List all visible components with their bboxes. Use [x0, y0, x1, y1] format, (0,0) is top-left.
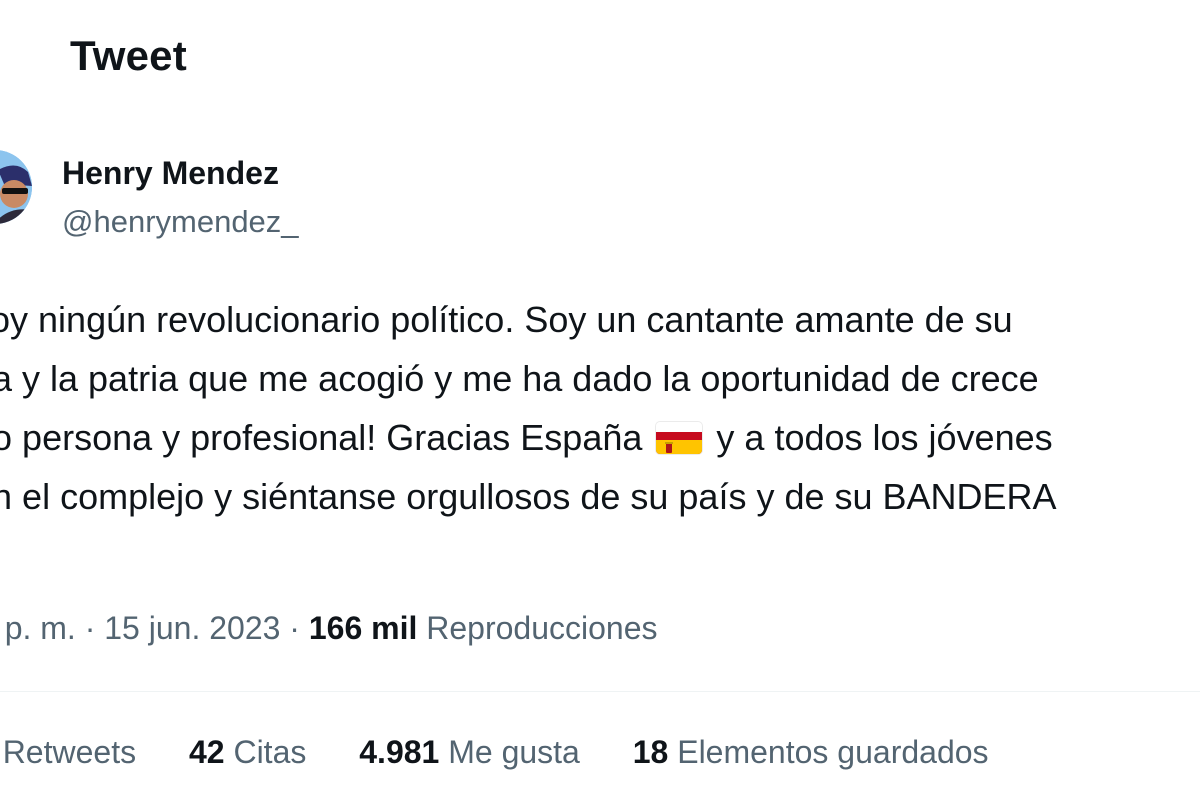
bookmarks-count: 18 [632, 734, 669, 770]
tweet-line: no persona y profesional! Gracias España… [0, 408, 1200, 467]
bookmarks-label: Elementos guardados [677, 734, 989, 770]
tweet-line: ria y la patria que me acogió y me ha da… [0, 358, 1039, 399]
likes-count: 4.981 [359, 734, 440, 770]
bookmarks-stat[interactable]: 18 Elementos guardados [633, 734, 989, 771]
likes-stat[interactable]: 4.981 Me gusta [359, 734, 580, 771]
tweet-meta: 0 p. m. · 15 jun. 2023 · 166 mil Reprodu… [0, 610, 658, 647]
tweet-time[interactable]: 0 p. m. [0, 610, 76, 646]
tweet-stats: 0 Retweets 42 Citas 4.981 Me gusta 18 El… [0, 734, 1033, 771]
divider [0, 691, 1200, 692]
meta-separator: · [84, 610, 96, 646]
tweet-line-part: no persona y profesional! Gracias España [0, 417, 643, 458]
quotes-stat[interactable]: 42 Citas [189, 734, 306, 771]
spain-flag-icon [656, 422, 703, 454]
tweet-line-part: y a todos los jóvenes [716, 417, 1053, 458]
author-handle[interactable]: @henrymendez_ [62, 204, 299, 240]
tweet-line: soy ningún revolucionario político. Soy … [0, 299, 1013, 340]
page-title: Tweet [70, 32, 187, 79]
avatar[interactable] [0, 150, 32, 224]
tweet-page: Tweet Henry Mendez @henrymendez_ soy nin… [0, 0, 1200, 800]
meta-separator: · [289, 610, 300, 646]
views-count: 166 mil [308, 610, 418, 646]
author-name[interactable]: Henry Mendez [62, 155, 279, 192]
retweets-stat[interactable]: 0 Retweets [0, 734, 136, 771]
tweet-line: en el complejo y siéntanse orgullosos de… [0, 476, 1057, 517]
quotes-count: 42 [188, 734, 225, 770]
tweet-date[interactable]: 15 jun. 2023 [104, 610, 280, 646]
likes-label: Me gusta [448, 734, 580, 770]
quotes-label: Citas [233, 734, 307, 770]
retweets-label: Retweets [2, 734, 137, 770]
tweet-text: soy ningún revolucionario político. Soy … [0, 290, 1200, 526]
avatar-image [0, 150, 32, 224]
views-label: Reproducciones [426, 610, 658, 646]
